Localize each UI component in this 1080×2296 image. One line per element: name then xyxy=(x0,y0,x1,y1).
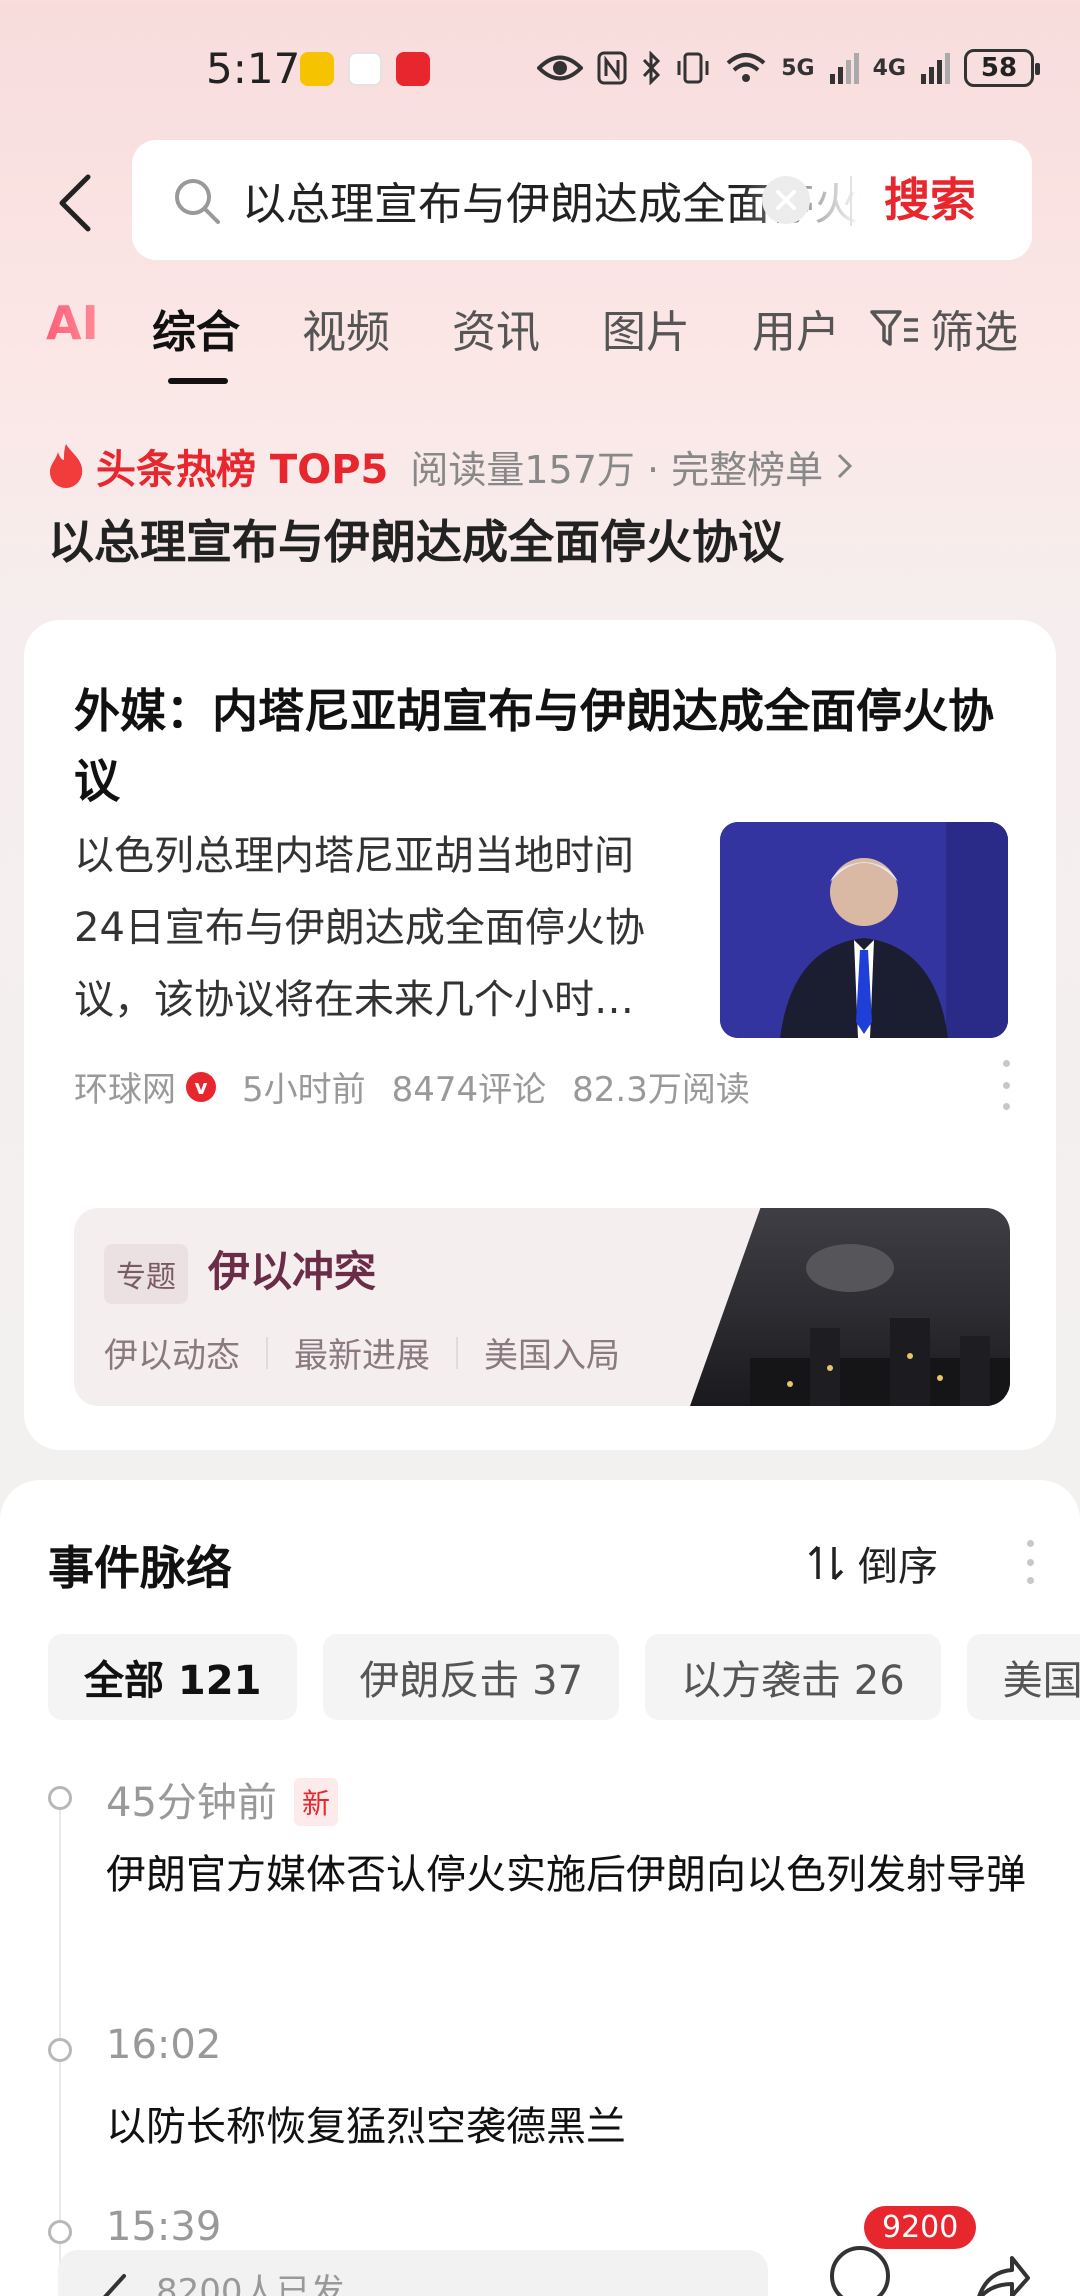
active-tab-indicator xyxy=(168,378,228,384)
bluetooth-icon xyxy=(643,51,661,85)
tab-comprehensive[interactable]: 综合 xyxy=(152,296,240,360)
news-summary: 以色列总理内塔尼亚胡当地时间24日宣布与伊朗达成全面停火协议，该协议将在未来几个… xyxy=(74,833,645,1023)
hot-list-meta: 阅读量157万 · 完整榜单 xyxy=(410,447,824,492)
tab-users[interactable]: 用户 xyxy=(752,296,840,360)
chevron-left-icon xyxy=(59,174,91,232)
timeline-text[interactable]: 伊朗官方媒体否认停火实施后伊朗向以色列发射导弹 xyxy=(106,1842,1046,1908)
search-button[interactable]: 搜索 xyxy=(884,164,976,230)
weibo-icon xyxy=(300,52,334,86)
eye-icon xyxy=(537,55,584,81)
event-timeline: 事件脉络 倒序 全部 121 伊朗反击 37 以方袭击 26 美国 45分钟前 … xyxy=(0,1480,1080,2296)
news-source[interactable]: 环球网 xyxy=(74,1062,176,1111)
bottom-comment-bar: 8200人已发 9200 xyxy=(0,2206,1080,2296)
pencil-icon xyxy=(103,2274,126,2296)
news-comments: 8474评论 xyxy=(391,1070,547,1110)
news-reads: 82.3万阅读 xyxy=(572,1070,750,1110)
share-icon[interactable] xyxy=(972,2250,1032,2296)
back-button[interactable] xyxy=(44,170,104,236)
news-title[interactable]: 外媒：内塔尼亚胡宣布与伊朗达成全面停火协议 xyxy=(74,676,1024,816)
new-badge: 新 xyxy=(294,1778,339,1826)
filter-button[interactable]: 筛选 xyxy=(870,296,1018,360)
news-card[interactable]: 外媒：内塔尼亚胡宣布与伊朗达成全面停火协议 以色列总理内塔尼亚胡当地时间24日宣… xyxy=(24,620,1056,1450)
timeline-more-button[interactable] xyxy=(1020,1540,1040,1584)
chip-usa[interactable]: 美国 xyxy=(966,1634,1080,1720)
hot-list-title[interactable]: 以总理宣布与伊朗达成全面停火协议 xyxy=(48,506,784,572)
timeline-title: 事件脉络 xyxy=(48,1541,232,1595)
timeline-time: 45分钟前 xyxy=(106,1780,277,1826)
chip-israel-strike[interactable]: 以方袭击 26 xyxy=(645,1634,941,1720)
topic-link[interactable]: 美国入局 xyxy=(484,1328,620,1377)
tab-images[interactable]: 图片 xyxy=(602,296,690,360)
topic-image xyxy=(690,1208,1010,1406)
topic-tag: 专题 xyxy=(104,1244,188,1304)
hot-list-row[interactable]: 头条热榜 TOP5 阅读量157万 · 完整榜单 xyxy=(46,436,855,496)
wifi-icon xyxy=(726,53,766,82)
comment-icon[interactable] xyxy=(830,2246,890,2296)
news-thumbnail[interactable] xyxy=(720,822,1008,1038)
comment-input[interactable]: 8200人已发 xyxy=(58,2250,768,2296)
comment-placeholder: 8200人已发 xyxy=(156,2272,345,2296)
topic-link[interactable]: 伊以动态 xyxy=(104,1328,240,1377)
status-icons: 5G 4G 58 xyxy=(537,48,1040,88)
topic-links: 伊以动态 最新进展 美国入局 xyxy=(104,1328,620,1377)
sort-label: 倒序 xyxy=(858,1544,938,1590)
timeline-filter-chips: 全部 121 伊朗反击 37 以方袭击 26 美国 xyxy=(48,1634,1080,1720)
vibrate-icon xyxy=(677,52,709,84)
clear-search-button[interactable] xyxy=(762,176,810,224)
comment-count-badge: 9200 xyxy=(864,2206,977,2249)
timeline-time: 16:02 xyxy=(106,2022,222,2068)
search-header: 以总理宣布与伊朗达成全面停火协议 搜索 xyxy=(0,140,1080,264)
topic-card[interactable]: 专题 伊以冲突 伊以动态 最新进展 美国入局 xyxy=(74,1208,1010,1406)
tab-news[interactable]: 资讯 xyxy=(452,296,540,360)
topic-image-scene xyxy=(750,1244,1010,1406)
tab-video[interactable]: 视频 xyxy=(302,296,390,360)
network-5g-label: 5G xyxy=(781,55,815,81)
xiaohongshu-icon xyxy=(348,52,382,86)
timeline-dot xyxy=(48,1786,72,1810)
battery-level: 58 xyxy=(980,53,1018,83)
tab-ai[interactable]: AI xyxy=(46,296,99,350)
signal-4g-icon xyxy=(921,53,950,84)
news-time: 5小时前 xyxy=(242,1070,366,1110)
topic-link[interactable]: 最新进展 xyxy=(294,1328,430,1377)
filter-label: 筛选 xyxy=(930,307,1018,358)
sort-button[interactable]: 倒序 xyxy=(806,1534,938,1592)
search-icon xyxy=(175,179,220,224)
timeline-dot xyxy=(48,2038,72,2062)
status-bar: 5:17 5G 4G 58 xyxy=(0,0,1080,140)
signal-5g-icon xyxy=(829,53,859,84)
filter-icon xyxy=(870,310,918,346)
verified-badge: v xyxy=(186,1071,216,1102)
chevron-right-icon xyxy=(838,453,853,479)
red-app-icon xyxy=(396,52,430,86)
news-thumbnail-image xyxy=(720,822,1008,1038)
result-tabs: AI 综合 视频 资讯 图片 用户 筛选 xyxy=(0,296,1080,396)
search-box[interactable]: 以总理宣布与伊朗达成全面停火协议 搜索 xyxy=(132,140,1032,260)
close-icon xyxy=(776,190,796,210)
timeline-text[interactable]: 以防长称恢复猛烈空袭德黑兰 xyxy=(106,2094,1046,2160)
status-time: 5:17 xyxy=(206,44,301,93)
nfc-icon xyxy=(597,51,627,85)
flame-icon xyxy=(50,444,83,488)
topic-title[interactable]: 伊以冲突 xyxy=(208,1238,376,1299)
search-divider xyxy=(850,176,852,226)
battery-indicator: 58 xyxy=(964,49,1040,87)
sort-icon xyxy=(808,1545,844,1581)
hot-list-label: 头条热榜 TOP5 xyxy=(96,447,389,493)
news-more-button[interactable] xyxy=(996,1060,1016,1110)
news-meta: 环球网 v 5小时前 8474评论 82.3万阅读 xyxy=(74,1062,750,1111)
network-4g-label: 4G xyxy=(872,55,906,81)
chip-iran-counterattack[interactable]: 伊朗反击 37 xyxy=(323,1634,620,1720)
chip-all[interactable]: 全部 121 xyxy=(48,1634,298,1720)
